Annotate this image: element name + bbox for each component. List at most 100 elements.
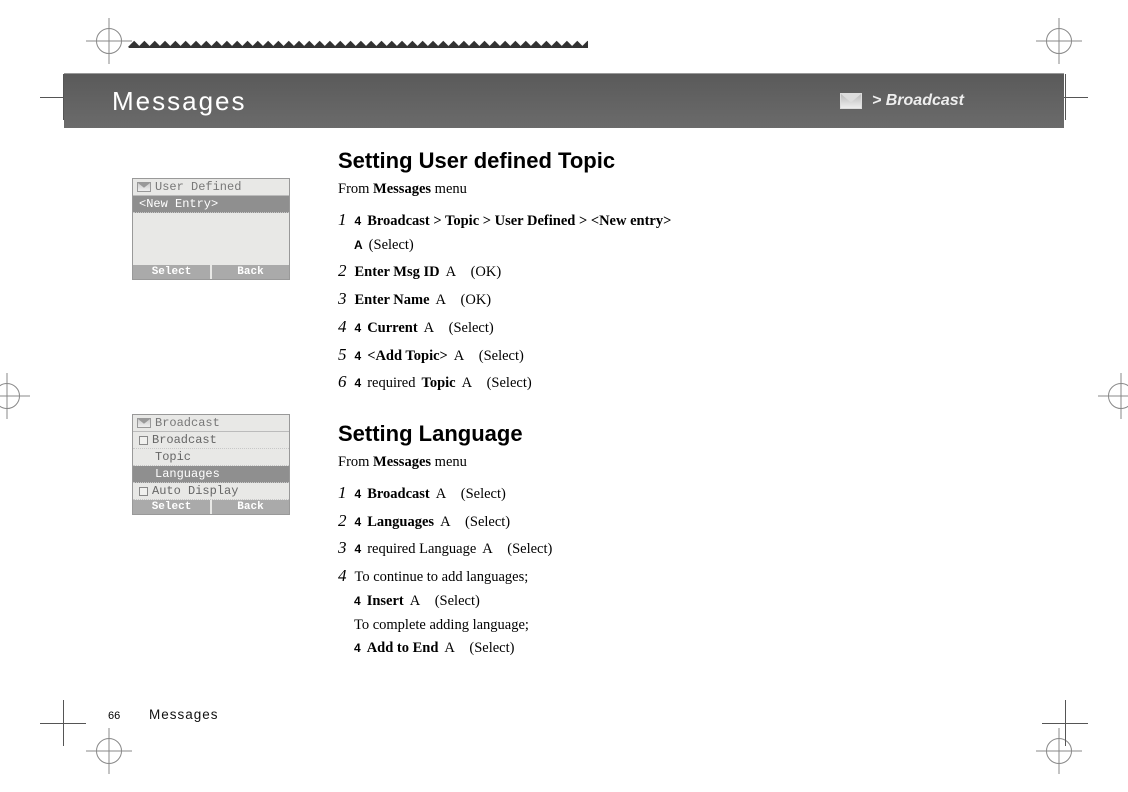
step-action: A (Select) [482, 539, 552, 561]
lcd-title: User Defined [155, 180, 241, 194]
step-line: 14 Broadcast A (Select) [338, 480, 712, 506]
lcd-softkeys: Select Back [133, 500, 289, 514]
from-prefix: From [338, 454, 373, 470]
crop-mark [1042, 700, 1088, 746]
lcd-blank [133, 213, 289, 265]
step-action: A (Select) [436, 484, 506, 506]
step-number: 3 [338, 286, 347, 312]
reg-mark [1108, 383, 1128, 409]
left-column: User Defined <New Entry> Select Back Bro… [132, 140, 322, 732]
step-action: A (Select) [410, 591, 480, 613]
step-bold: Enter Msg ID [355, 262, 440, 284]
steps-language: 14BroadcastA (Select)24LanguagesA (Selec… [338, 480, 712, 660]
step-bold: Add to End [367, 638, 439, 660]
step-bold: <Add Topic> [367, 346, 448, 368]
step-number: 4 [338, 563, 347, 589]
lcd-softkeys: Select Back [133, 265, 289, 279]
step-number: 6 [338, 369, 347, 395]
step-text: required [367, 373, 415, 395]
step-text: To continue to add languages; [355, 567, 529, 589]
step-number: 4 [338, 314, 347, 340]
softkey-back[interactable]: Back [210, 500, 289, 514]
reg-mark [1046, 738, 1072, 764]
breadcrumb-text: > Broadcast [872, 92, 964, 110]
lcd-row-broadcast[interactable]: Broadcast [133, 432, 289, 449]
step-action: A (Select) [424, 318, 494, 340]
lcd-titlebar: Broadcast [133, 415, 289, 432]
lcd-user-defined: User Defined <New Entry> Select Back [132, 178, 290, 280]
crop-mark [40, 700, 86, 746]
lcd-row-auto-display[interactable]: Auto Display [133, 483, 289, 500]
step-bold: Languages [367, 512, 434, 534]
nav-glyph: 4 [355, 513, 362, 531]
step-bold: Broadcast > Topic > User Defined > <New … [367, 211, 671, 233]
step-bold: Topic [422, 373, 456, 395]
step-number: 1 [338, 480, 347, 506]
step-line: 2 Enter Msg ID A (OK) [338, 258, 712, 284]
step-line: To complete adding language; [354, 615, 712, 637]
checkbox-icon [139, 487, 148, 496]
nav-glyph: 4 [354, 592, 361, 610]
from-line: From Messages menu [338, 452, 712, 474]
decor-dotrow: ◆◆◆◆◆◆◆◆◆◆◆◆◆◆◆◆◆◆◆◆◆◆◆◆◆◆◆◆◆◆◆◆◆◆◆◆◆◆◆◆… [128, 36, 588, 48]
nav-glyph: 4 [355, 319, 362, 337]
step-number: 5 [338, 342, 347, 368]
step-action: A (Select) [462, 373, 532, 395]
step-line: 4 To continue to add languages; [338, 563, 712, 589]
page-number: 66 [108, 710, 120, 722]
lcd-row-languages[interactable]: Languages [133, 466, 289, 483]
nav-glyph: 4 [355, 212, 362, 230]
step-bold: Enter Name [355, 290, 430, 312]
from-prefix: From [338, 181, 373, 197]
step-action: A (OK) [446, 262, 502, 284]
step-number: 3 [338, 535, 347, 561]
lcd-broadcast: Broadcast Broadcast Topic Languages Auto… [132, 414, 290, 515]
lcd-row-new-entry[interactable]: <New Entry> [133, 196, 289, 213]
step-number: 1 [338, 207, 347, 233]
nav-glyph: A [354, 236, 363, 254]
lcd-row-label: Topic [155, 450, 191, 464]
softkey-select[interactable]: Select [133, 500, 210, 514]
from-suffix: menu [431, 181, 467, 197]
from-suffix: menu [431, 454, 467, 470]
content: User Defined <New Entry> Select Back Bro… [132, 140, 1028, 732]
step-line: 44CurrentA (Select) [338, 314, 712, 340]
heading-user-defined: Setting User defined Topic [338, 144, 712, 177]
lcd-row-topic[interactable]: Topic [133, 449, 289, 466]
step-line: A (Select) [354, 235, 712, 257]
step-line: 4Add to EndA (Select) [354, 638, 712, 660]
step-line: 64 required Topic A (Select) [338, 369, 712, 395]
step-number: 2 [338, 508, 347, 534]
step-action: A (Select) [454, 346, 524, 368]
nav-glyph: 4 [355, 374, 362, 392]
softkey-select[interactable]: Select [133, 265, 210, 279]
envelope-icon [137, 418, 151, 428]
step-action: (Select) [369, 235, 414, 257]
lcd-row-label: Languages [155, 467, 220, 481]
lcd-row-label: <New Entry> [139, 197, 218, 211]
right-column [728, 140, 1028, 732]
step-line: 4 Insert A (Select) [354, 591, 712, 613]
step-bold: Insert [367, 591, 404, 613]
step-number: 2 [338, 258, 347, 284]
lcd-row-label: Auto Display [152, 484, 238, 498]
breadcrumb: > Broadcast [840, 92, 964, 110]
lcd-title: Broadcast [155, 416, 220, 430]
step-line: 54<Add Topic>A (Select) [338, 342, 712, 368]
reg-mark [1046, 28, 1072, 54]
from-line: From Messages menu [338, 179, 712, 201]
instructions: Setting User defined Topic From Messages… [338, 140, 712, 732]
reg-mark [96, 28, 122, 54]
lcd-row-label: Broadcast [152, 433, 217, 447]
step-line: 24LanguagesA (Select) [338, 508, 712, 534]
softkey-back[interactable]: Back [210, 265, 289, 279]
header-bar: Messages > Broadcast [64, 74, 1064, 128]
footer-section: Messages [149, 707, 219, 722]
nav-glyph: 4 [355, 540, 362, 558]
step-action: A (OK) [436, 290, 492, 312]
reg-mark [0, 383, 20, 409]
step-text: To complete adding language; [354, 615, 529, 637]
nav-glyph: 4 [355, 485, 362, 503]
step-line: 34required LanguageA (Select) [338, 535, 712, 561]
step-bold: Broadcast [367, 484, 430, 506]
